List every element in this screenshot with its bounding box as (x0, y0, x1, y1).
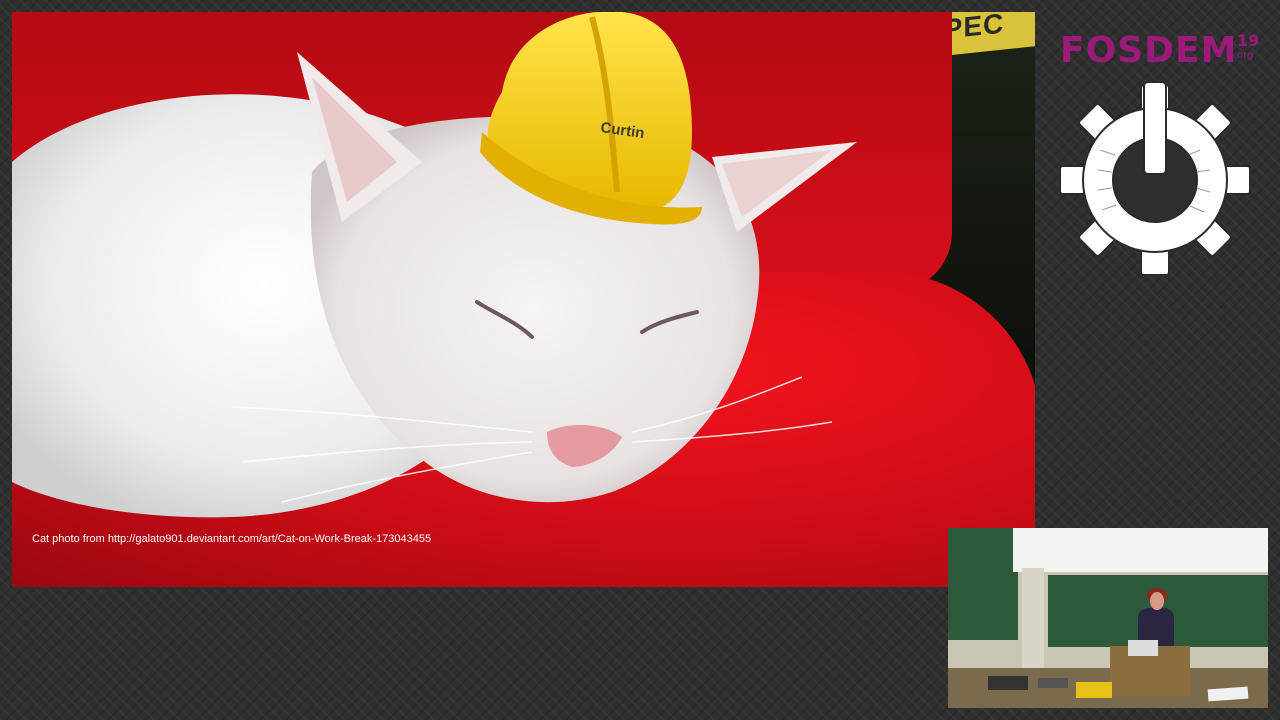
fosdem-year: 19 (1237, 31, 1260, 50)
fosdem-tld: org (1237, 50, 1254, 61)
speaker-video-inset (948, 528, 1268, 708)
yellow-case (1076, 682, 1112, 698)
chalkboard-left (948, 528, 1018, 640)
wall-pillar (1022, 568, 1044, 668)
photo-credit-caption: Cat photo from http://galato901.devianta… (32, 533, 432, 545)
av-equipment-small (1038, 678, 1068, 688)
av-equipment (988, 676, 1028, 690)
fosdem-logo-text: FOSDEM (1060, 30, 1238, 71)
projection-screen (1013, 528, 1268, 572)
slide-photo: SPEC Curtin Cat photo from http://galato… (12, 12, 1035, 587)
white-cat-illustration: Curtin (12, 12, 857, 518)
speaker-head (1150, 592, 1164, 610)
laptop (1128, 640, 1158, 656)
fosdem-branding: FOSDEM 19 org (1040, 25, 1280, 285)
fosdem-gear-power-icon (1060, 81, 1250, 276)
